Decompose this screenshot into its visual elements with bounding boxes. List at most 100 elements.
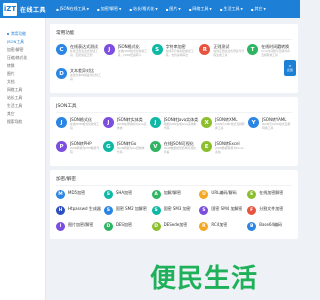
tool-card[interactable]: I 图片加密/解密 [56, 222, 101, 235]
tool-card[interactable]: F 分割文件加密 [247, 206, 292, 219]
sidebar-item-6[interactable]: 文档 [0, 78, 45, 86]
tool-card-body: 在线表达式测试 在线正则表达式测试工具，匹配验证正则 [70, 44, 101, 57]
sidebar-item-label: 压缩/格式化 [7, 55, 28, 60]
tool-card-body: JSON格式化 在线JSON格式化校验工具 [70, 117, 100, 130]
sidebar-item-8[interactable]: 站长工具 [0, 94, 45, 102]
tool-card-body: JSON转YAML JSON与YAML格式互相转换工具 [262, 117, 292, 130]
tool-title: RC4加密 [211, 222, 228, 227]
feedback-label: 反馈 [286, 68, 293, 72]
tool-icon: J [103, 44, 115, 55]
braces-icon: ▪ [56, 6, 59, 12]
tool-card[interactable]: D DES加密 [103, 222, 149, 235]
tool-icon: M [56, 190, 65, 199]
tool-card-body: DES加密 [116, 222, 132, 227]
sidebar-item-4[interactable]: 转换 [0, 62, 45, 70]
tool-card-body: JSON转实体类 JSON在线转换为Java实体类 [117, 117, 147, 130]
tool-title: Htpasswd 生成器 [68, 206, 101, 211]
sidebar-item-2[interactable]: 加密/解密 [0, 46, 45, 54]
site-logo[interactable]: iZT 在线工具 [0, 0, 52, 18]
logo-text: 在线工具 [20, 6, 47, 14]
nav-item-2[interactable]: ▪ 站长/格式化 ▼ [125, 0, 161, 18]
tool-card-body: 分割文件加密 [259, 206, 283, 211]
tool-card[interactable]: J JSON格式化 在线JSON格式化校验工具 [56, 117, 100, 138]
sidebar-item-label: 文档 [7, 79, 15, 84]
tool-card[interactable]: C 在线表达式测试 在线正则表达式测试工具，匹配验证正则 [56, 44, 101, 65]
main-nav: ▪ JSON在线工具 ▼ ▪ 加密/解密 ▼ ▪ 站长/格式化 ▼ ▪ 图片 ▼ ▪ 网络工具 ▼ ▪ 生活工具… [52, 0, 270, 18]
sidebar-item-label: JSON工具 [7, 39, 24, 44]
sidebar-item-label: 生活工具 [7, 103, 23, 108]
nav-item-6[interactable]: ▪ 其它 ▼ [247, 0, 270, 18]
tool-icon: S [151, 44, 163, 55]
tool-card[interactable]: J JSON转实体类 JSON在线转换为Java实体类 [102, 117, 147, 138]
tool-card[interactable]: A 加解/解密 [151, 190, 197, 203]
tool-card[interactable]: H Htpasswd 生成器 [56, 206, 101, 219]
tool-description: 在线文本内容差异比较工具 [70, 73, 101, 81]
tool-title: 加解/解密 [163, 190, 181, 195]
tool-card[interactable]: Y JSON转YAML JSON与YAML格式互相转换工具 [248, 117, 292, 138]
chevron-down-icon: ▼ [178, 7, 181, 11]
tool-card[interactable]: J JSON转Java实体类 根据JSON生成Java实体类代码 [149, 117, 198, 138]
tool-card[interactable]: M MD5加密 [56, 190, 101, 203]
tool-card[interactable]: G JSON转Go JSON转换为Go结构体代码 [102, 141, 147, 162]
sidebar-item-0[interactable]: 常用功能 [0, 30, 45, 38]
tool-card-body: JSON转XML JSON与XML格式互相转换工具 [215, 117, 245, 130]
tool-card-body: 在线JSON可视化 JSON数据树形结构可视化查看 [164, 141, 198, 154]
tool-icon: X [201, 117, 213, 128]
tool-card[interactable]: J JSON格式化 在线JSON格式化校验工具，JSON压缩转义 [103, 44, 149, 65]
tool-card[interactable]: E 在线加密解密 [247, 190, 292, 203]
nav-item-5[interactable]: ▪ 生活工具 ▼ [216, 0, 247, 18]
tool-card[interactable]: P JSON转PHP JSON转换为PHP数组代码 [56, 141, 100, 162]
tool-card[interactable]: V 在线JSON可视化 JSON数据树形结构可视化查看 [149, 141, 198, 162]
sidebar-item-label: 转换 [7, 63, 15, 68]
watermark-logo: 便民生活 [150, 258, 258, 295]
tool-card[interactable]: D 文本差异对比 在线文本内容差异比较工具 [56, 68, 101, 89]
tool-card-body: Base64编码 [259, 222, 282, 227]
tool-icon: R [199, 44, 211, 55]
tool-card[interactable]: S 字符串加密 在线字符串加密解密工具，支持多种算法 [151, 44, 197, 65]
more-icon: ▪ [250, 6, 254, 12]
tool-icon: Y [248, 117, 260, 128]
tool-card-body: 国密 SM2 加解密 [116, 206, 147, 211]
tool-card[interactable]: X JSON转XML JSON与XML格式互相转换工具 [201, 117, 245, 138]
tool-icon: P [56, 141, 67, 152]
lock-icon: ▪ [96, 6, 100, 12]
watermark-text: 便民生活 [150, 264, 259, 294]
sidebar-item-5[interactable]: 图片 [0, 70, 45, 78]
sidebar-item-7[interactable]: 网络工具 [0, 86, 45, 94]
sidebar-item-11[interactable]: 搜索导航 [0, 118, 45, 126]
nav-item-label: 站长/格式化 [133, 6, 155, 11]
tool-icon: F [247, 206, 257, 215]
sidebar-item-10[interactable]: 其它 [0, 110, 45, 118]
tool-card-body: MD5加密 [68, 190, 85, 195]
tool-card[interactable]: R 正则测试 在线正则表达式测试与代码生成工具 [199, 44, 244, 65]
sidebar-item-3[interactable]: 压缩/格式化 [0, 54, 45, 62]
tool-card[interactable]: S 国密 SM4 加解密 [199, 206, 244, 219]
sidebar-item-label: 常用功能 [11, 31, 27, 36]
nav-item-3[interactable]: ▪ 图片 ▼ [162, 0, 185, 18]
tool-card[interactable]: R RC4加密 [199, 222, 244, 235]
tool-description: JSON数据转换为Excel表格 [215, 146, 244, 154]
tool-card[interactable]: D DESede加密 [151, 222, 197, 235]
tool-card-body: JSON转Excel JSON数据转换为Excel表格 [215, 141, 245, 154]
divider [56, 39, 292, 40]
tool-description: JSON与YAML格式互相转换工具 [262, 122, 291, 130]
divider [56, 185, 292, 186]
tool-card[interactable]: B Base64编码 [247, 222, 292, 235]
tool-icon: E [247, 190, 257, 199]
feedback-button[interactable]: ✉ 反馈 [284, 60, 296, 76]
tool-icon: C [56, 44, 67, 55]
sidebar-item-label: 网络工具 [7, 87, 23, 92]
sidebar-item-1[interactable]: JSON工具 [0, 38, 45, 46]
tool-card[interactable]: S 国密 SM2 加解密 [103, 206, 149, 219]
tool-card-body: 国密 SM3 加密 [164, 206, 191, 211]
nav-item-1[interactable]: ▪ 加密/解密 ▼ [93, 0, 125, 18]
nav-item-label: 其它 [254, 6, 263, 11]
sidebar-item-9[interactable]: 生活工具 [0, 102, 45, 110]
tool-card[interactable]: U URL编码/解码 [199, 190, 244, 203]
tool-card[interactable]: E JSON转Excel JSON数据转换为Excel表格 [201, 141, 245, 162]
tool-card[interactable]: S SHA加密 [103, 190, 149, 203]
nav-item-label: 图片 [169, 6, 178, 11]
nav-item-4[interactable]: ▪ 网络工具 ▼ [185, 0, 216, 18]
tool-card[interactable]: S 国密 SM3 加密 [151, 206, 197, 219]
nav-item-0[interactable]: ▪ JSON在线工具 ▼ [52, 0, 93, 18]
